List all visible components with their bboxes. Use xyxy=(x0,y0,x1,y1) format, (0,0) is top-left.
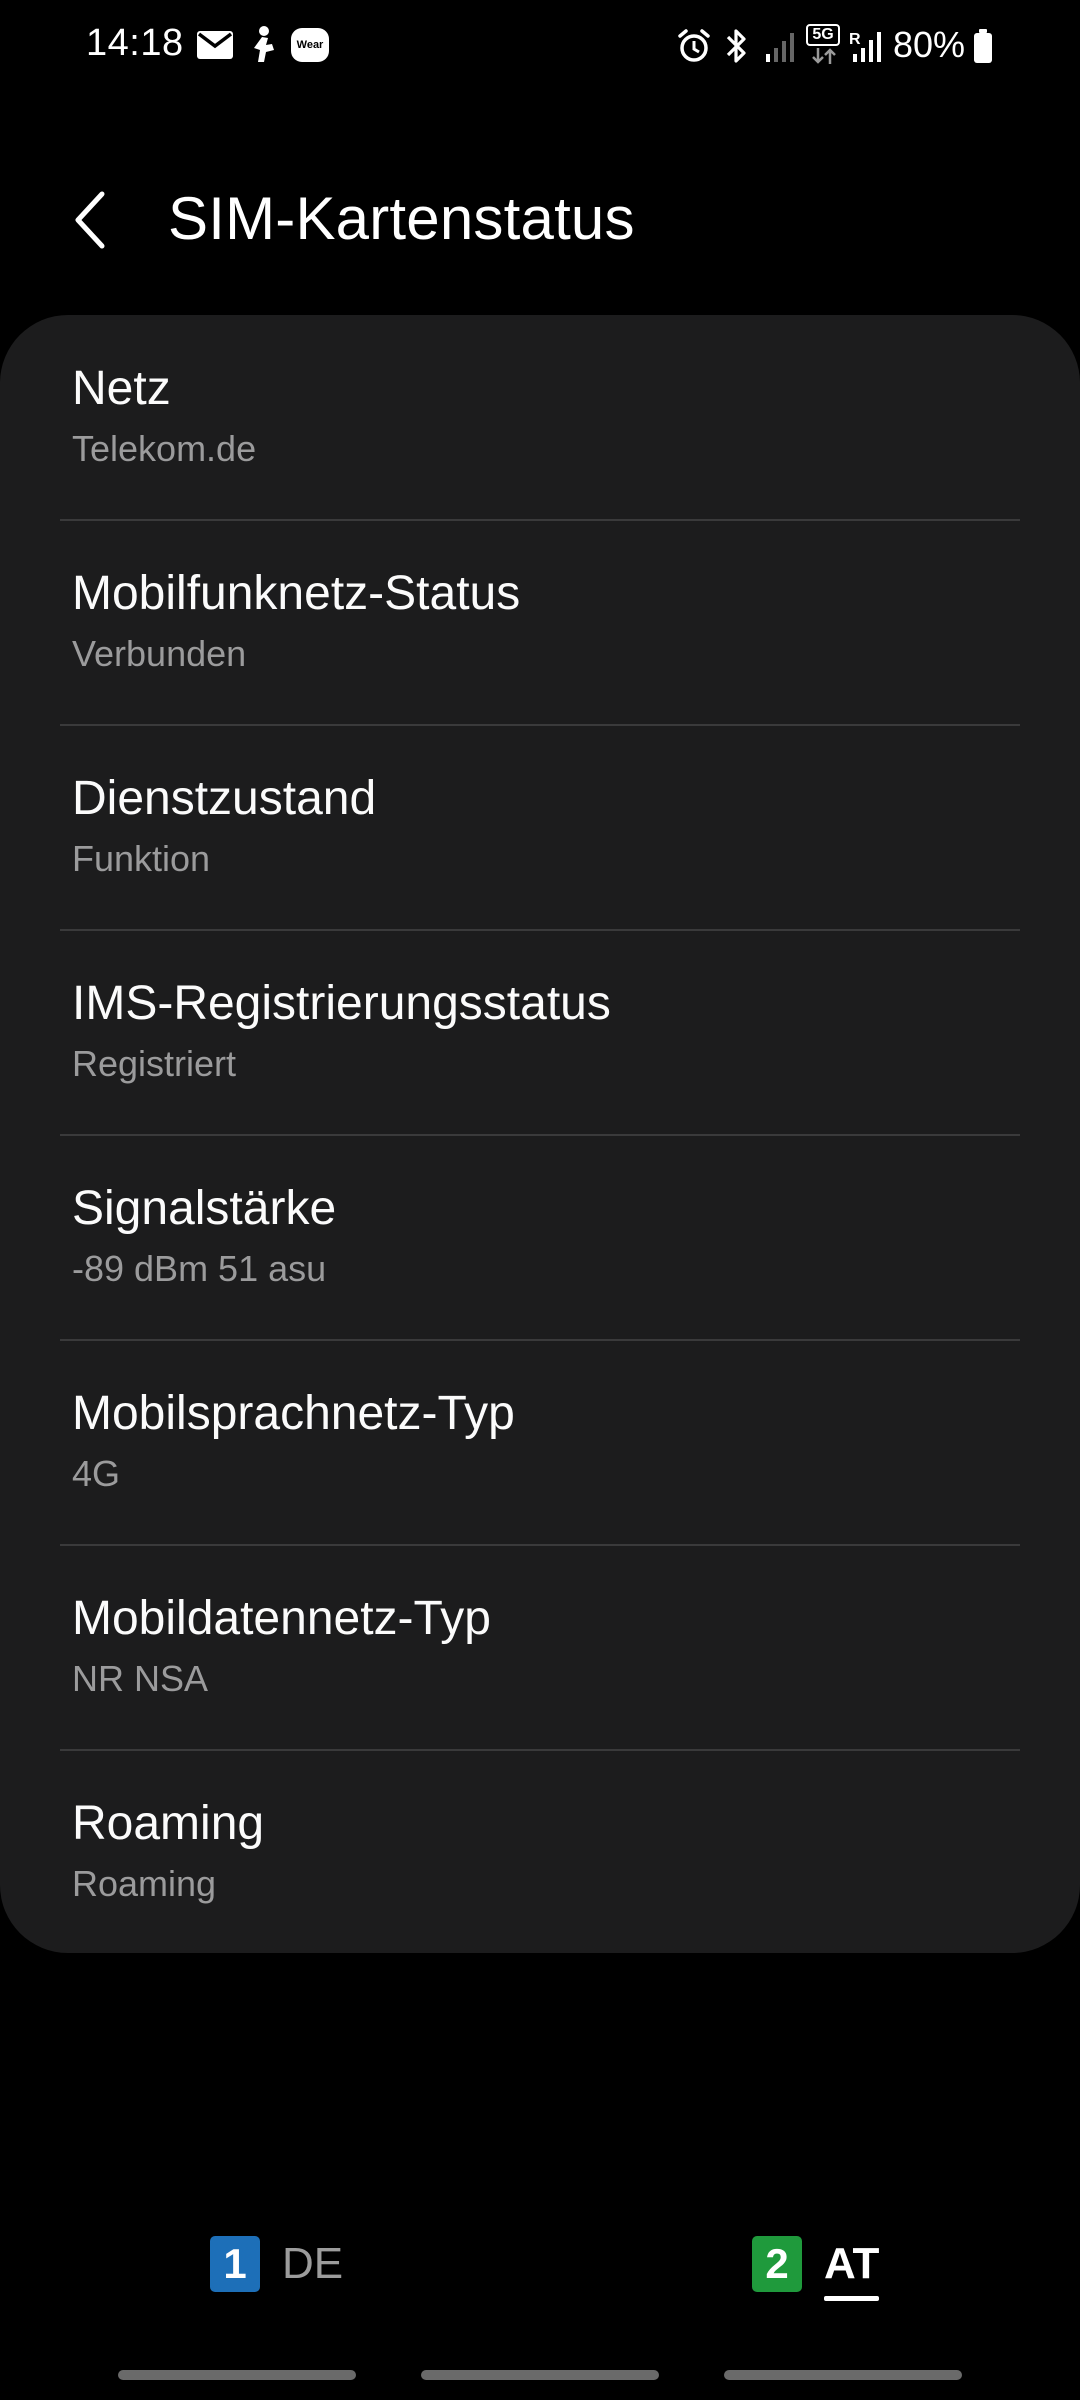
nav-handle-center[interactable] xyxy=(421,2370,659,2380)
sim-tab-1[interactable]: 1 DE xyxy=(210,2224,343,2304)
alarm-icon xyxy=(678,29,710,62)
list-item-mobilfunknetz-status[interactable]: Mobilfunknetz-Status Verbunden xyxy=(0,520,1080,724)
sim-2-icon: 2 xyxy=(752,2236,802,2292)
item-value: NR NSA xyxy=(72,1658,209,1699)
nav-handle-right[interactable] xyxy=(724,2370,962,2380)
list-item-dienstzustand[interactable]: Dienstzustand Funktion xyxy=(0,725,1080,929)
wear-icon: Wear xyxy=(291,28,329,62)
sim-2-label: AT xyxy=(824,2239,880,2301)
signal-roaming-icon: R xyxy=(849,31,881,62)
item-value: Telekom.de xyxy=(72,428,257,469)
5g-badge: 5G xyxy=(806,24,840,46)
item-value: Roaming xyxy=(72,1863,217,1904)
item-value: Funktion xyxy=(72,838,211,879)
wear-label: Wear xyxy=(296,39,324,51)
person-walk-icon xyxy=(254,26,274,62)
item-value: Verbunden xyxy=(72,633,247,674)
mail-icon xyxy=(197,31,233,59)
bluetooth-icon xyxy=(726,29,746,63)
item-title: Netz xyxy=(72,362,171,415)
item-value: Registriert xyxy=(72,1043,237,1084)
sim-1-label: DE xyxy=(282,2239,344,2288)
item-title: Dienstzustand xyxy=(72,772,377,825)
item-title: Mobilfunknetz-Status xyxy=(72,567,521,620)
sim-2-number: 2 xyxy=(765,2240,789,2287)
list-item-signalstaerke[interactable]: Signalstärke -89 dBm 51 asu xyxy=(0,1135,1080,1339)
sim-1-icon: 1 xyxy=(210,2236,260,2292)
chevron-left-icon xyxy=(75,191,105,249)
list-item-mobildatennetz-typ[interactable]: Mobildatennetz-Typ NR NSA xyxy=(0,1545,1080,1749)
battery-percent: 80% xyxy=(893,24,966,65)
sim-tab-2[interactable]: 2 AT xyxy=(752,2224,880,2304)
sim-status-card: Netz Telekom.de Mobilfunknetz-Status Ver… xyxy=(0,315,1080,1953)
item-title: Roaming xyxy=(72,1797,265,1850)
status-bar: 14:18 Wear 5G R 80% xyxy=(0,0,1080,96)
item-title: Mobildatennetz-Typ xyxy=(72,1592,491,1645)
back-button[interactable] xyxy=(60,180,120,260)
item-value: 4G xyxy=(72,1453,121,1494)
sim-1-number: 1 xyxy=(223,2240,247,2287)
list-item-ims-registrierungsstatus[interactable]: IMS-Registrierungsstatus Registriert xyxy=(0,930,1080,1134)
page-title: SIM-Kartenstatus xyxy=(168,185,635,252)
nav-handle-left[interactable] xyxy=(118,2370,356,2380)
status-time: 14:18 xyxy=(86,22,184,64)
list-item-roaming[interactable]: Roaming Roaming xyxy=(0,1750,1080,1954)
item-title: Signalstärke xyxy=(72,1182,337,1235)
signal-weak-icon xyxy=(766,33,794,62)
item-title: IMS-Registrierungsstatus xyxy=(72,977,611,1030)
list-item-mobilsprachnetz-typ[interactable]: Mobilsprachnetz-Typ 4G xyxy=(0,1340,1080,1544)
battery-icon xyxy=(974,29,992,63)
svg-text:R: R xyxy=(849,31,861,48)
item-title: Mobilsprachnetz-Typ xyxy=(72,1387,515,1440)
5g-data-icon: 5G xyxy=(806,24,842,66)
item-value: -89 dBm 51 asu xyxy=(72,1248,327,1289)
list-item-netz[interactable]: Netz Telekom.de xyxy=(0,315,1080,519)
